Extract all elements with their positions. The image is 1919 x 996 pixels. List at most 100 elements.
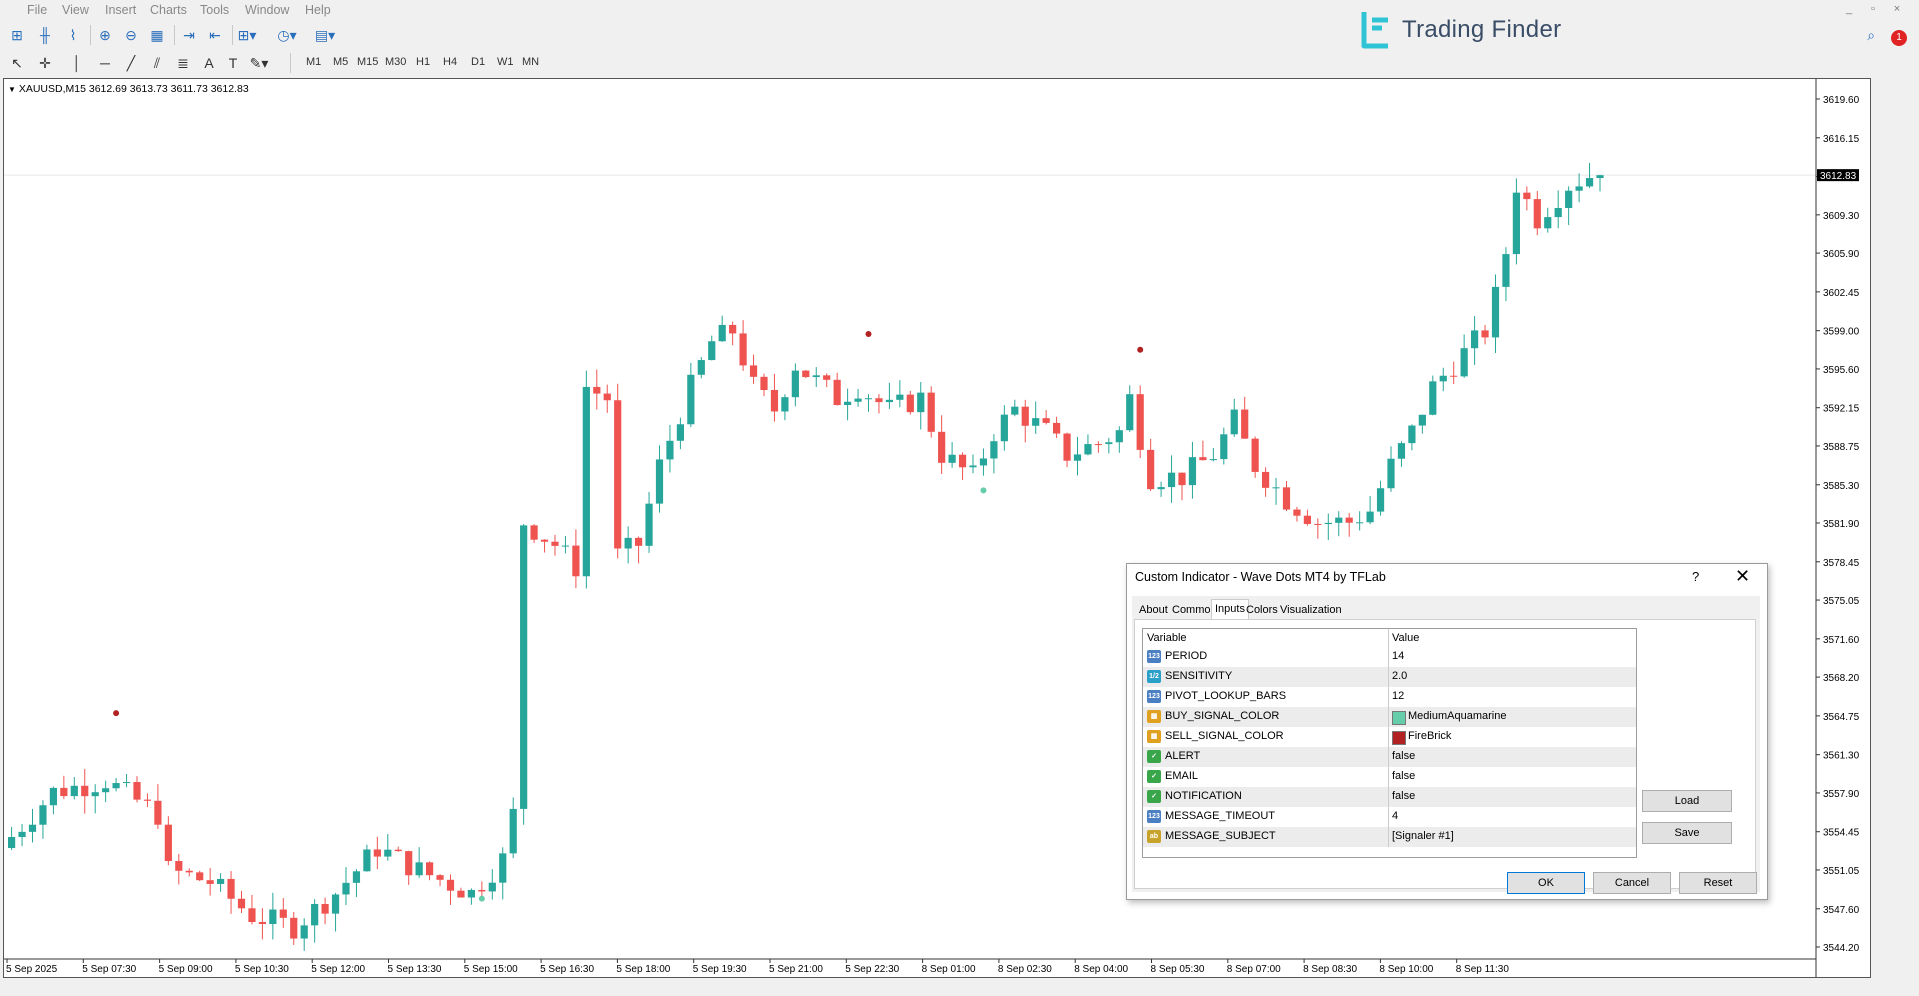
timeframe-h4[interactable]: H4: [443, 56, 457, 68]
timeframe-mn[interactable]: MN: [522, 56, 539, 68]
menu-window[interactable]: Window: [245, 3, 289, 17]
candle-body: [1596, 175, 1603, 178]
tab-about[interactable]: About: [1136, 601, 1171, 619]
candle-body: [750, 365, 757, 376]
periods-icon[interactable]: ◷▾: [276, 24, 298, 46]
zoom-out-icon[interactable]: ⊖: [120, 24, 142, 46]
param-row-period[interactable]: 123PERIOD14: [1143, 647, 1636, 667]
param-value[interactable]: [Signaler #1]: [1392, 830, 1454, 842]
timeframe-m30[interactable]: M30: [385, 56, 406, 68]
zoom-in-icon[interactable]: ⊕: [94, 24, 116, 46]
param-row-message-subject[interactable]: abMESSAGE_SUBJECT[Signaler #1]: [1143, 827, 1636, 847]
timeframe-d1[interactable]: D1: [471, 56, 485, 68]
candle-body: [186, 871, 193, 873]
new-chart-icon[interactable]: ⊞: [6, 24, 28, 46]
candle: [980, 448, 987, 475]
candle-body: [1262, 472, 1269, 488]
menu-help[interactable]: Help: [305, 3, 331, 17]
candle: [102, 781, 109, 802]
candle: [363, 845, 370, 872]
candle-body: [687, 375, 694, 424]
menu-tools[interactable]: Tools: [200, 3, 229, 17]
search-icon[interactable]: ⌕: [1867, 27, 1875, 43]
param-value[interactable]: 4: [1392, 810, 1398, 822]
candle: [687, 363, 694, 427]
save-button[interactable]: Save: [1642, 822, 1732, 844]
notification-badge[interactable]: 1: [1891, 30, 1907, 46]
text-label-icon[interactable]: T: [222, 52, 244, 74]
candle: [395, 847, 402, 852]
menu-file[interactable]: File: [27, 3, 47, 17]
param-row-buy-signal-color[interactable]: ▦BUY_SIGNAL_COLORMediumAquamarine: [1143, 707, 1636, 727]
minimize-button[interactable]: _: [1837, 3, 1861, 15]
time-label: 5 Sep 18:00: [616, 964, 670, 975]
timeframe-h1[interactable]: H1: [416, 56, 430, 68]
timeframe-w1[interactable]: W1: [497, 56, 514, 68]
candle: [436, 874, 443, 886]
price-tick-label: 3547.60: [1823, 905, 1860, 916]
param-value[interactable]: false: [1392, 750, 1415, 762]
candle: [896, 380, 903, 407]
menu-insert[interactable]: Insert: [105, 3, 136, 17]
timeframe-m15[interactable]: M15: [357, 56, 378, 68]
close-window-button[interactable]: ×: [1885, 3, 1909, 15]
line-chart-icon[interactable]: ⌇: [62, 24, 84, 46]
tab-visualization[interactable]: Visualization: [1277, 601, 1345, 619]
param-value[interactable]: MediumAquamarine: [1408, 710, 1506, 722]
load-button[interactable]: Load: [1642, 790, 1732, 812]
param-row-sensitivity[interactable]: 1/2SENSITIVITY2.0: [1143, 667, 1636, 687]
param-row-alert[interactable]: ✓ALERTfalse: [1143, 747, 1636, 767]
tab-colors[interactable]: Colors: [1243, 601, 1281, 619]
param-row-pivot-lookup-bars[interactable]: 123PIVOT_LOOKUP_BARS12: [1143, 687, 1636, 707]
timeframe-m5[interactable]: M5: [333, 56, 348, 68]
param-row-notification[interactable]: ✓NOTIFICATIONfalse: [1143, 787, 1636, 807]
candle-body: [1555, 208, 1562, 217]
candle: [405, 851, 412, 885]
cursor-icon[interactable]: ↖: [6, 52, 28, 74]
close-dialog-button[interactable]: ✕: [1735, 566, 1750, 587]
candle: [123, 774, 130, 787]
param-value[interactable]: 2.0: [1392, 670, 1407, 682]
templates-icon[interactable]: ▤▾: [314, 24, 336, 46]
help-button[interactable]: ?: [1692, 569, 1699, 584]
restore-button[interactable]: ▫: [1861, 3, 1885, 15]
shapes-icon[interactable]: ✎▾: [248, 52, 270, 74]
bar-chart-icon[interactable]: ╫: [34, 24, 56, 46]
text-icon[interactable]: A: [198, 52, 220, 74]
reset-button[interactable]: Reset: [1679, 872, 1757, 894]
trendline-icon[interactable]: ╱: [120, 52, 142, 74]
channel-icon[interactable]: ⫽: [146, 52, 168, 74]
param-value[interactable]: false: [1392, 770, 1415, 782]
param-row-sell-signal-color[interactable]: ▦SELL_SIGNAL_COLORFireBrick: [1143, 727, 1636, 747]
time-label: 8 Sep 01:00: [922, 964, 976, 975]
chart-dropdown-icon[interactable]: ▼: [8, 85, 16, 94]
param-value[interactable]: false: [1392, 790, 1415, 802]
vertical-line-icon[interactable]: │: [66, 52, 88, 74]
indicators-icon[interactable]: ⊞▾: [236, 24, 258, 46]
scroll-end-icon[interactable]: ⇥: [178, 24, 200, 46]
candle: [1398, 441, 1405, 467]
cancel-button[interactable]: Cancel: [1593, 872, 1671, 894]
param-row-email[interactable]: ✓EMAILfalse: [1143, 767, 1636, 787]
candle: [583, 371, 590, 589]
candle-body: [740, 333, 747, 365]
param-value[interactable]: 12: [1392, 690, 1404, 702]
timeframe-m1[interactable]: M1: [306, 56, 321, 68]
fibonacci-icon[interactable]: ≣: [172, 52, 194, 74]
menu-charts[interactable]: Charts: [150, 3, 187, 17]
param-row-message-timeout[interactable]: 123MESSAGE_TIMEOUT4: [1143, 807, 1636, 827]
candle: [645, 492, 652, 553]
param-value[interactable]: FireBrick: [1408, 730, 1451, 742]
chart-shift-icon[interactable]: ⇤: [204, 24, 226, 46]
horizontal-line-icon[interactable]: ─: [94, 52, 116, 74]
candle-body: [1471, 330, 1478, 348]
crosshair-icon[interactable]: ✛: [34, 52, 56, 74]
tile-windows-icon[interactable]: ▦: [146, 24, 168, 46]
menu-view[interactable]: View: [62, 3, 89, 17]
candle-body: [457, 891, 464, 898]
candle-body: [771, 390, 778, 411]
ok-button[interactable]: OK: [1507, 872, 1585, 894]
candle: [677, 418, 684, 450]
param-value[interactable]: 14: [1392, 650, 1404, 662]
sell-signal-dot: [113, 710, 119, 716]
